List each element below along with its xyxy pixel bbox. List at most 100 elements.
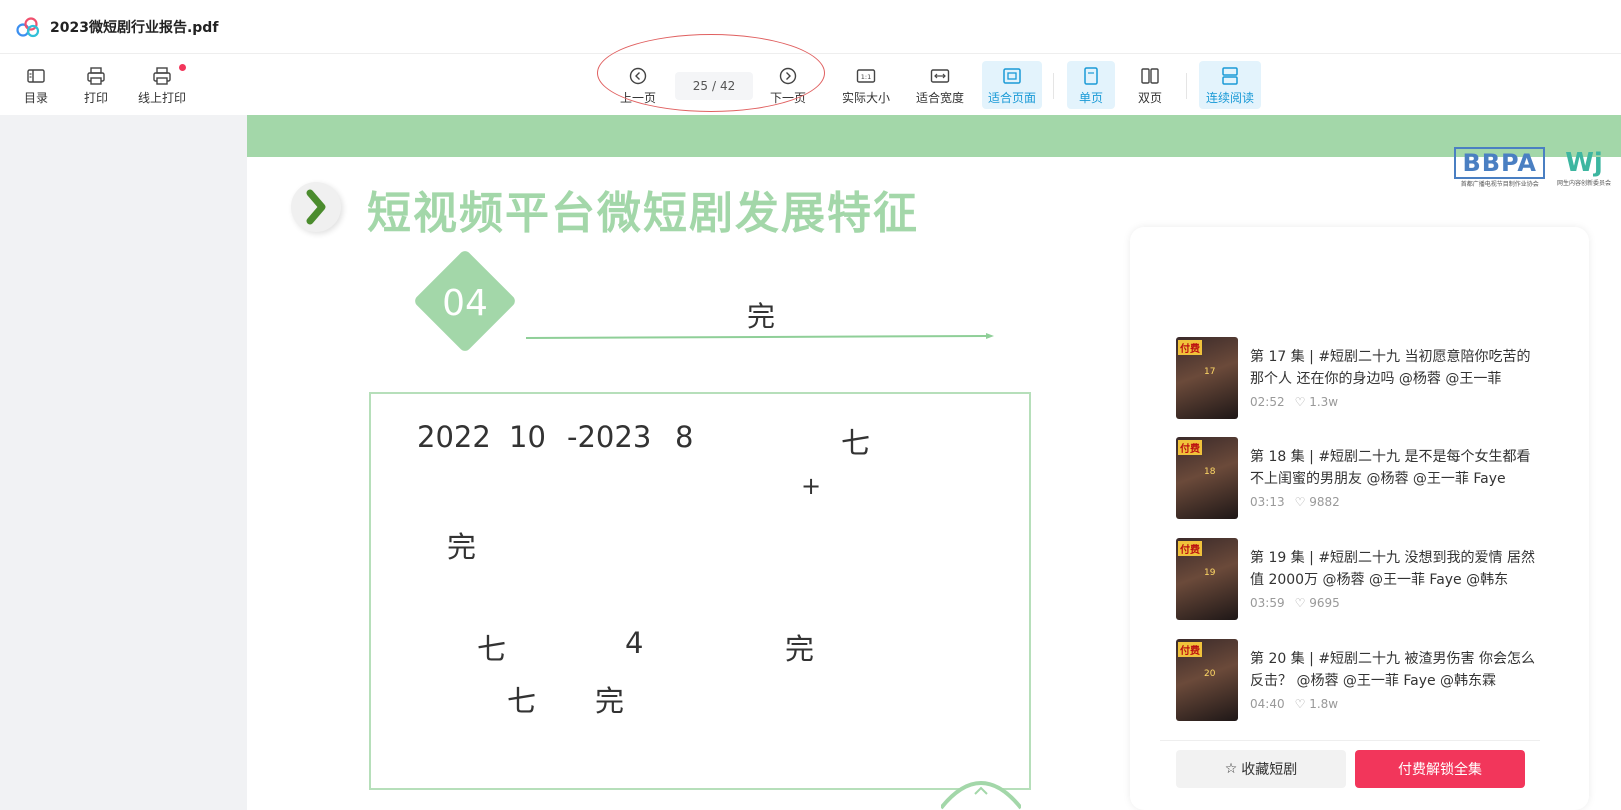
bbpa-logo-subtitle: 首都广播电视节目制作业协会 <box>1460 181 1539 188</box>
phone-divider <box>1160 740 1540 741</box>
episode-meta: 03:59 ♡ 9695 <box>1250 596 1340 610</box>
fit-width-label: 适合宽度 <box>915 90 964 105</box>
actual-size-label: 实际大小 <box>841 90 890 105</box>
likes-count: 1.3w <box>1309 395 1339 409</box>
episode-thumbnail: 付费 17 <box>1176 337 1238 419</box>
bbpa-logo: BBPA 首都广播电视节目制作业协会 <box>1454 147 1545 188</box>
continuous-read-icon <box>1222 66 1238 85</box>
paid-badge: 付费 <box>1178 340 1202 355</box>
content-text: 完 <box>595 684 625 718</box>
heart-icon: ♡ <box>1294 395 1306 409</box>
document-viewer[interactable]: 短视频平台微短剧发展特征 BBPA 首都广播电视节目制作业协会 Wj 网生内容创… <box>0 115 1621 810</box>
page-number-input[interactable]: 25 / 42 <box>675 72 753 100</box>
episode-duration: 02:52 <box>1250 395 1285 409</box>
episode-title: 第 19 集 | #短剧二十九 没想到我的爱情 居然值 2000万 @杨蓉 @王… <box>1250 550 1535 588</box>
likes-count: 9695 <box>1309 596 1340 610</box>
episode-meta: 04:40 ♡ 1.8w <box>1250 697 1338 711</box>
phone-mockup: 付费 17 第 17 集 | #短剧二十九 当初愿意陪你吃苦的那个人 还在你的身… <box>1130 227 1589 810</box>
single-page-button[interactable]: 单页 <box>1067 61 1115 109</box>
online-print-button[interactable]: 线上打印 <box>134 61 190 109</box>
wj-logo-subtitle: 网生内容创新委员会 <box>1556 180 1611 187</box>
section-arrow <box>526 333 994 339</box>
toolbar-divider <box>1186 73 1187 99</box>
next-page-label: 下一页 <box>769 90 806 105</box>
fit-page-label: 适合页面 <box>987 90 1036 105</box>
content-text: 七 <box>507 684 537 718</box>
cloud-logo-icon <box>16 16 40 37</box>
online-print-label: 线上打印 <box>137 90 186 105</box>
notification-dot <box>179 64 186 71</box>
double-page-label: 双页 <box>1137 90 1162 105</box>
episode-likes: ♡ 1.8w <box>1295 697 1339 711</box>
document-title: 2023微短剧行业报告.pdf <box>50 19 219 36</box>
episode-item: 付费 18 第 18 集 | #短剧二十九 是不是每个女生都看不上闺蜜的男朋友 … <box>1176 437 1536 519</box>
content-text: 完 <box>447 530 477 564</box>
double-page-button[interactable]: 双页 <box>1126 61 1174 109</box>
content-text: 完 <box>785 632 815 666</box>
paid-badge: 付费 <box>1178 541 1202 556</box>
content-text: 2022 <box>417 420 491 454</box>
print-button[interactable]: 打印 <box>76 61 116 109</box>
toolbar-divider <box>1053 73 1054 99</box>
heart-icon: ♡ <box>1294 697 1306 711</box>
wj-logo-text: Wj <box>1565 148 1603 178</box>
collect-drama-label: 收藏短剧 <box>1241 762 1298 778</box>
collect-drama-button: ☆ 收藏短剧 <box>1176 750 1346 788</box>
content-text: 8 <box>675 420 694 454</box>
prev-page-label: 上一页 <box>619 90 656 105</box>
episode-thumbnail-number: 19 <box>1204 568 1216 578</box>
episode-duration: 03:13 <box>1250 495 1285 509</box>
episode-likes: ♡ 9695 <box>1295 596 1340 610</box>
section-label: 完 <box>747 300 776 333</box>
online-printer-icon <box>153 66 171 85</box>
chevron-badge <box>291 182 341 232</box>
continuous-read-label: 连续阅读 <box>1205 90 1254 105</box>
header-band <box>247 115 1621 157</box>
episode-meta: 02:52 ♡ 1.3w <box>1250 395 1338 409</box>
episode-duration: 03:59 <box>1250 596 1285 610</box>
toc-button[interactable]: 目录 <box>16 61 56 109</box>
chevron-right-icon <box>306 189 326 225</box>
paid-badge: 付费 <box>1178 440 1202 455</box>
content-box: 2022 10 -2023 8 七 + 完 七 4 完 七 完 <box>369 392 1031 790</box>
episode-duration: 04:40 <box>1250 697 1285 711</box>
episode-item: 付费 17 第 17 集 | #短剧二十九 当初愿意陪你吃苦的那个人 还在你的身… <box>1176 337 1536 419</box>
content-text: 七 <box>477 632 507 666</box>
slide-title: 短视频平台微短剧发展特征 <box>367 188 919 239</box>
fit-page-button[interactable]: 适合页面 <box>982 61 1042 109</box>
partner-logos: BBPA 首都广播电视节目制作业协会 Wj 网生内容创新委员会 <box>1454 147 1611 188</box>
toc-icon <box>27 68 45 83</box>
print-label: 打印 <box>83 90 108 105</box>
double-page-icon <box>1141 67 1159 84</box>
actual-size-button[interactable]: 1:1 实际大小 <box>836 61 896 109</box>
episode-title: 第 20 集 | #短剧二十九 被渣男伤害 你会怎么反击？ @杨蓉 @王一菲 F… <box>1250 651 1535 689</box>
episode-thumbnail-number: 17 <box>1204 367 1216 377</box>
chevron-up-icon <box>941 781 1021 810</box>
episode-meta: 03:13 ♡ 9882 <box>1250 495 1340 509</box>
unlock-all-label: 付费解锁全集 <box>1398 762 1482 778</box>
content-text: + <box>801 472 822 500</box>
episode-thumbnail-number: 18 <box>1204 467 1216 477</box>
content-text: -2023 <box>567 420 652 454</box>
episode-title: 第 18 集 | #短剧二十九 是不是每个女生都看不上闺蜜的男朋友 @杨蓉 @王… <box>1250 449 1531 487</box>
page-total: 42 <box>720 79 736 93</box>
prev-page-button[interactable]: 上一页 <box>614 61 662 109</box>
fit-width-icon <box>930 68 950 83</box>
content-text: 七 <box>841 426 871 460</box>
episode-likes: ♡ 1.3w <box>1295 395 1339 409</box>
continuous-read-button[interactable]: 连续阅读 <box>1199 61 1261 109</box>
fit-width-button[interactable]: 适合宽度 <box>910 61 970 109</box>
heart-icon: ♡ <box>1294 596 1306 610</box>
chevron-left-icon <box>629 67 647 84</box>
fit-page-icon <box>1003 67 1021 84</box>
page-current: 25 <box>692 79 708 93</box>
episode-thumbnail: 付费 18 <box>1176 437 1238 519</box>
chevron-right-icon <box>779 67 797 84</box>
wj-logo: Wj 网生内容创新委员会 <box>1557 148 1611 187</box>
next-page-button[interactable]: 下一页 <box>764 61 812 109</box>
star-icon: ☆ <box>1224 761 1238 777</box>
bbpa-logo-text: BBPA <box>1454 147 1545 179</box>
episode-thumbnail: 付费 20 <box>1176 639 1238 721</box>
toolbar: 目录 打印 线上打印 上一页 25 / 42 下一页 1:1 实际大小 适合宽度… <box>0 34 1621 115</box>
toc-label: 目录 <box>23 90 48 105</box>
